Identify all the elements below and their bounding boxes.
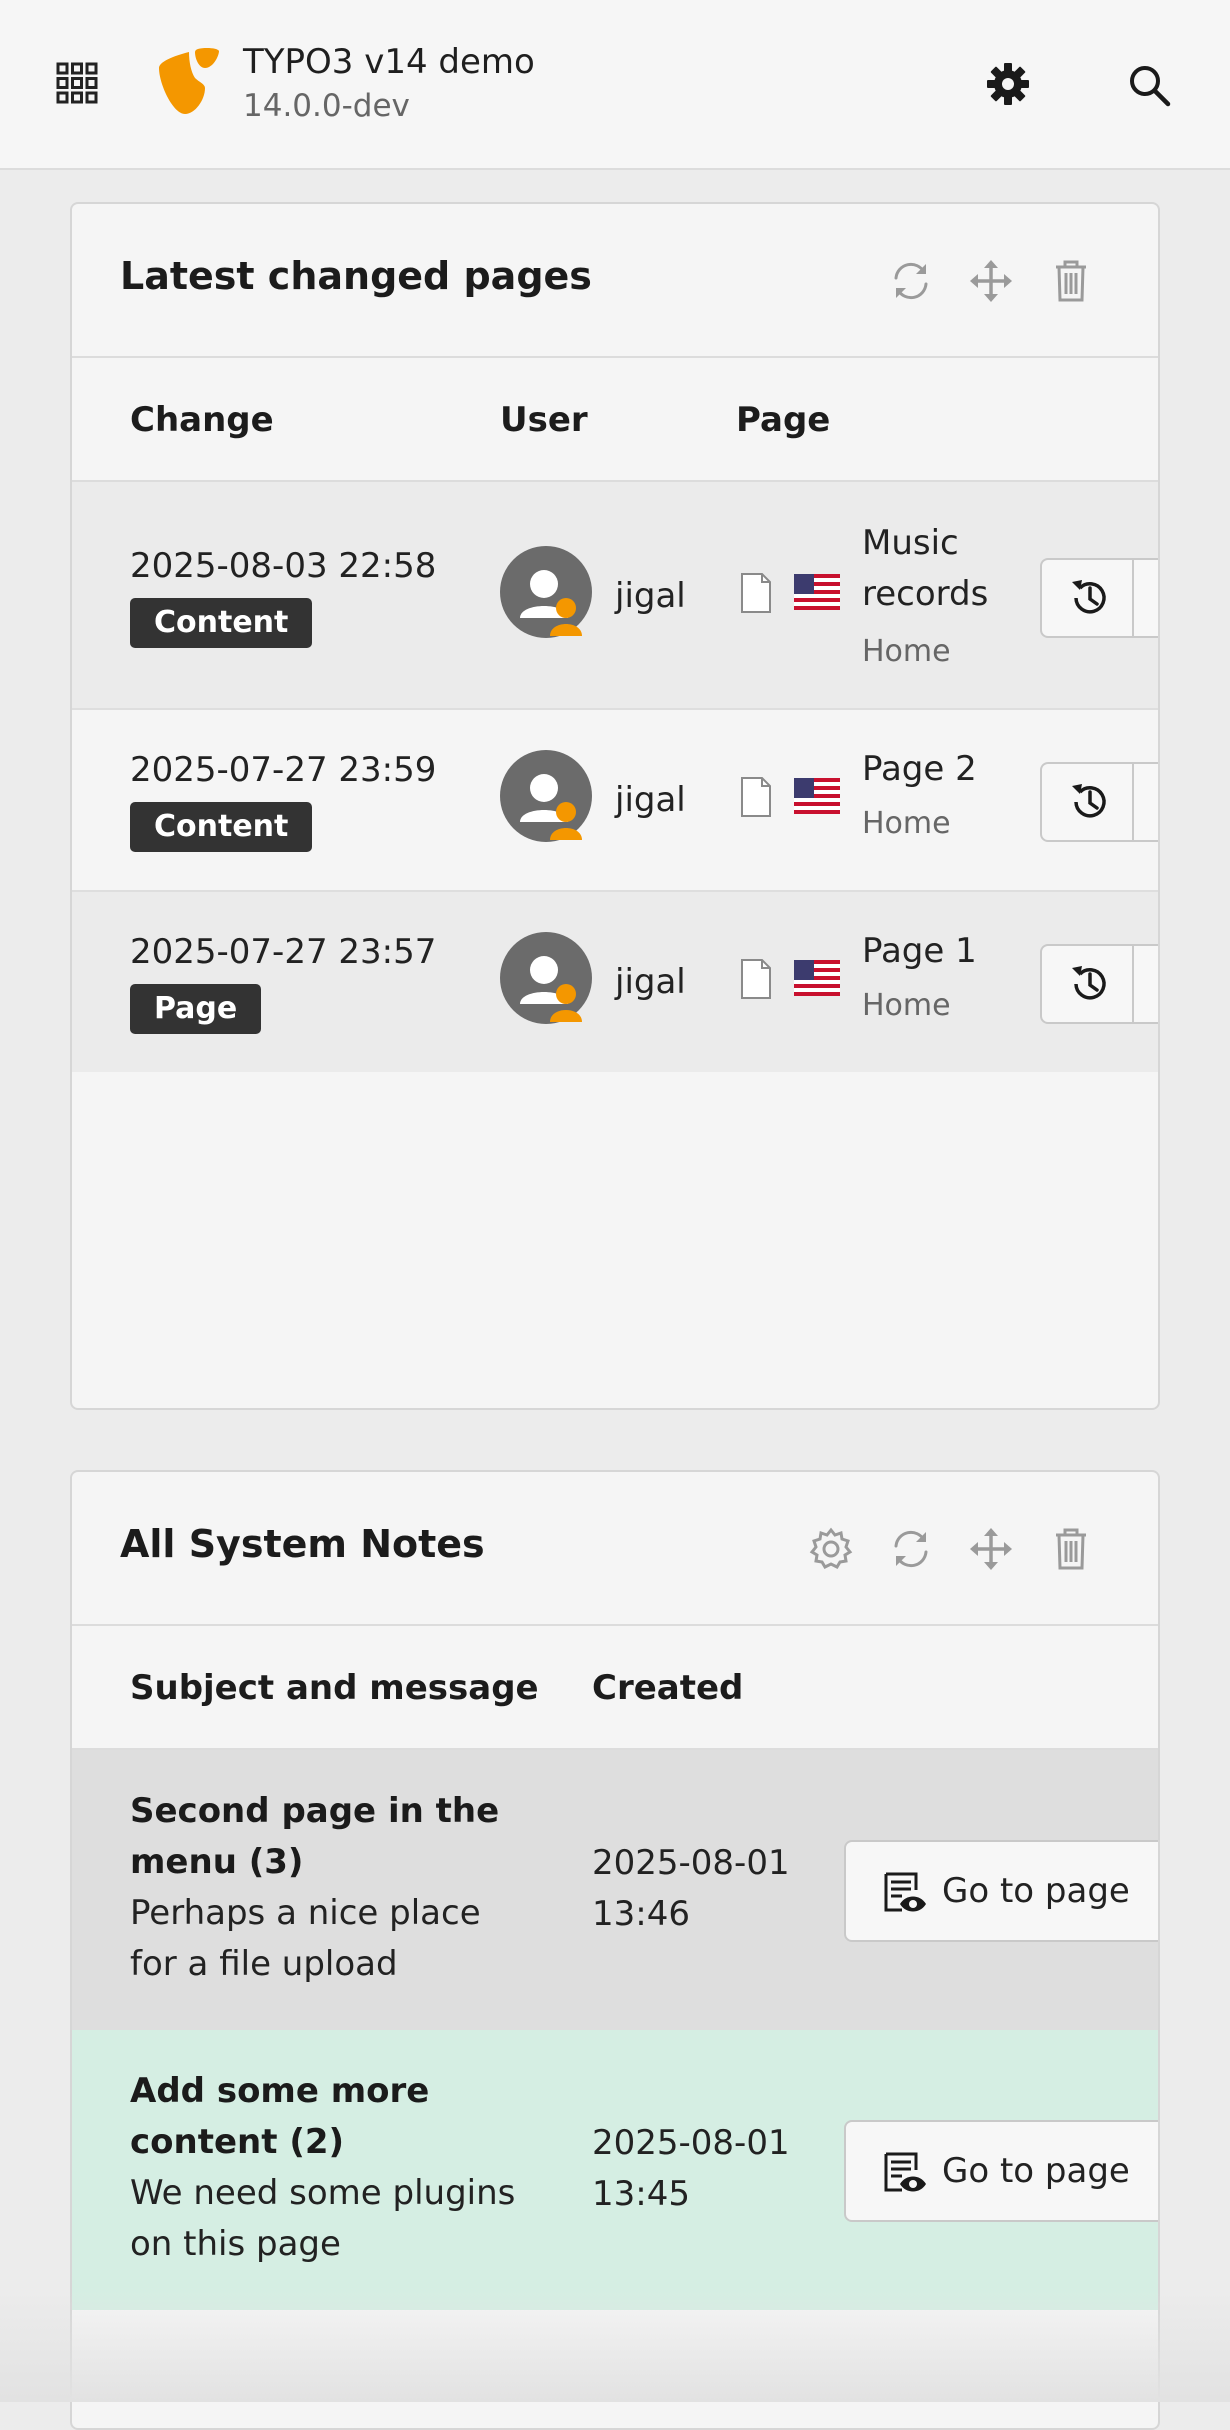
refresh-icon[interactable] <box>888 258 934 304</box>
history-button[interactable] <box>1040 558 1158 638</box>
trash-icon[interactable] <box>1048 1526 1094 1572</box>
page-view-icon <box>884 1872 926 1912</box>
go-to-page-button[interactable]: Go to page <box>844 2120 1158 2222</box>
history-icon <box>1072 580 1106 614</box>
table-header: Change User Page <box>72 358 1158 482</box>
change-type-badge: Content <box>130 802 313 852</box>
column-subject: Subject and message <box>130 1668 539 1708</box>
avatar-icon <box>500 750 592 842</box>
scroll-fade <box>0 2290 1230 2402</box>
history-button[interactable] <box>1040 762 1158 842</box>
app-title: TYPO3 v14 demo <box>243 42 535 82</box>
change-date: 2025-08-03 22:58 <box>130 546 437 586</box>
table-row: 2025-07-27 23:57 Page jigal Page 1 Home <box>72 892 1158 1072</box>
page-title[interactable]: Music records <box>862 518 988 620</box>
grid-icon[interactable] <box>56 62 98 104</box>
change-date: 2025-07-27 23:59 <box>130 750 437 790</box>
note-created: 2025-08-01 13:46 <box>592 1838 790 1940</box>
page-view-icon <box>884 2152 926 2192</box>
parent-page: Home <box>862 806 951 841</box>
table-row: 2025-08-03 22:58 Content jigal Music rec… <box>72 482 1158 710</box>
note-created: 2025-08-01 13:45 <box>592 2118 790 2220</box>
note-row: Second page in the menu (3) Perhaps a ni… <box>72 1750 1158 2030</box>
widget-header: All System Notes <box>72 1472 1158 1626</box>
us-flag-icon <box>794 778 840 814</box>
history-icon <box>1072 784 1106 818</box>
go-to-page-label: Go to page <box>942 1871 1130 1911</box>
move-icon[interactable] <box>968 258 1014 304</box>
note-created-date: 2025-08-01 <box>592 2123 790 2163</box>
note-subject: Add some more content (2) <box>130 2066 429 2168</box>
history-icon <box>1072 966 1106 1000</box>
user-name: jigal <box>615 962 686 1002</box>
trash-icon[interactable] <box>1048 258 1094 304</box>
us-flag-icon <box>794 960 840 996</box>
parent-page: Home <box>862 988 951 1023</box>
note-subject-line: Add some more <box>130 2071 430 2111</box>
table-header: Subject and message Created <box>72 1626 1158 1750</box>
user-name: jigal <box>615 780 686 820</box>
gear-icon[interactable] <box>986 62 1030 106</box>
page-icon <box>741 959 771 999</box>
button-divider <box>1132 764 1134 840</box>
system-notes-widget: All System Notes Subject and message Cre… <box>70 1470 1160 2430</box>
note-subject-line: Second page in the <box>130 1791 500 1831</box>
note-created-time: 13:46 <box>592 1894 690 1934</box>
change-type-badge: Page <box>130 984 262 1034</box>
latest-changed-pages-widget: Latest changed pages Change User Page 20… <box>70 202 1160 1410</box>
change-date: 2025-07-27 23:57 <box>130 932 437 972</box>
widget-title: Latest changed pages <box>120 254 592 298</box>
avatar-icon <box>500 932 592 1024</box>
page-title[interactable]: Page 1 <box>862 926 977 977</box>
top-bar: TYPO3 v14 demo 14.0.0-dev <box>0 0 1230 170</box>
button-divider <box>1132 560 1134 636</box>
column-created: Created <box>592 1668 744 1708</box>
us-flag-icon <box>794 574 840 610</box>
note-message: We need some plugins on this page <box>130 2168 515 2270</box>
page-icon <box>741 777 771 817</box>
go-to-page-label: Go to page <box>942 2151 1130 2191</box>
widget-header: Latest changed pages <box>72 204 1158 358</box>
refresh-icon[interactable] <box>888 1526 934 1572</box>
go-to-page-button[interactable]: Go to page <box>844 1840 1158 1942</box>
note-created-time: 13:45 <box>592 2174 690 2214</box>
note-subject: Second page in the menu (3) <box>130 1786 499 1888</box>
page-title-line: records <box>862 574 989 614</box>
note-created-date: 2025-08-01 <box>592 1843 790 1883</box>
page-title[interactable]: Page 2 <box>862 744 977 795</box>
parent-page: Home <box>862 634 951 669</box>
typo3-logo-icon[interactable] <box>155 44 221 116</box>
note-message-line: on this page <box>130 2224 341 2264</box>
search-icon[interactable] <box>1126 62 1172 108</box>
note-row: Add some more content (2) We need some p… <box>72 2030 1158 2310</box>
column-user: User <box>500 400 588 440</box>
note-subject-line: menu (3) <box>130 1842 304 1882</box>
avatar-icon <box>500 546 592 638</box>
change-type-badge: Content <box>130 598 313 648</box>
table-row: 2025-07-27 23:59 Content jigal Page 2 Ho… <box>72 710 1158 892</box>
user-name: jigal <box>615 576 686 616</box>
move-icon[interactable] <box>968 1526 1014 1572</box>
note-subject-line: content (2) <box>130 2122 345 2162</box>
page-title-line: Music <box>862 523 959 563</box>
widget-title: All System Notes <box>120 1522 485 1566</box>
history-button[interactable] <box>1040 944 1158 1024</box>
column-page: Page <box>736 400 831 440</box>
gear-icon[interactable] <box>808 1526 854 1572</box>
note-message-line: Perhaps a nice place <box>130 1893 481 1933</box>
note-message-line: We need some plugins <box>130 2173 516 2213</box>
app-version: 14.0.0-dev <box>243 88 410 124</box>
note-message-line: for a file upload <box>130 1944 398 1984</box>
column-change: Change <box>130 400 274 440</box>
note-message: Perhaps a nice place for a file upload <box>130 1888 481 1990</box>
button-divider <box>1132 946 1134 1022</box>
page-icon <box>741 573 771 613</box>
